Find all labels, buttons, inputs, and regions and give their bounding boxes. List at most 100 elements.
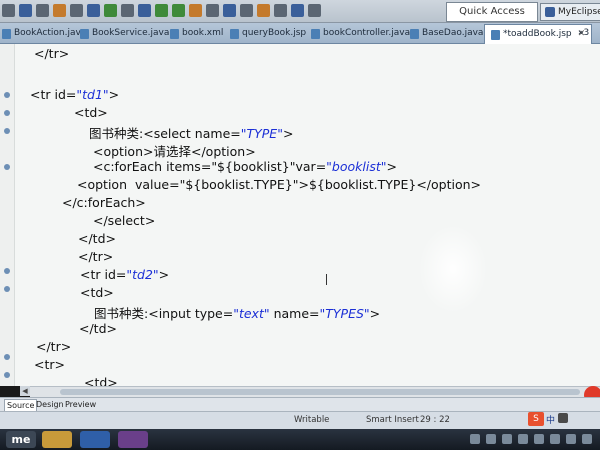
eclipse-icon[interactable] (118, 431, 148, 448)
code-token: <select name= (143, 126, 241, 141)
code-token: "${booklist} (211, 159, 290, 174)
java-file-icon (2, 28, 11, 39)
back-icon[interactable] (291, 4, 304, 17)
ide-window: Quick Access MyEclipse Ja BookAction.jav… (0, 0, 600, 450)
main-toolbar: Quick Access MyEclipse Ja (0, 0, 600, 23)
tab-bookxml[interactable]: book.xml (170, 25, 223, 42)
new-class-icon[interactable] (206, 4, 219, 17)
code-token: </td> (79, 321, 117, 336)
scrollbar-thumb[interactable] (60, 389, 580, 395)
scroll-left-icon[interactable]: ◀ (20, 386, 30, 396)
new-icon[interactable] (2, 4, 15, 17)
security-icon[interactable] (566, 434, 576, 444)
code-token: </option> (416, 177, 481, 192)
annotation-icon[interactable] (257, 4, 270, 17)
status-bar: Writable Smart Insert 29 : 22 (0, 411, 600, 429)
tool-icon[interactable] (70, 4, 83, 17)
notification-icon[interactable] (534, 434, 544, 444)
tab-overflow[interactable]: »3 (578, 25, 589, 42)
ime-settings-icon[interactable] (558, 413, 568, 423)
run-icon[interactable] (155, 4, 168, 17)
volume-icon[interactable] (486, 434, 496, 444)
tab-querybook[interactable]: queryBook.jsp (230, 25, 306, 42)
code-token: "td2" (126, 267, 159, 282)
editor-mode-tabs: Source Design Preview (0, 397, 600, 412)
network-icon[interactable] (470, 434, 480, 444)
status-cursor-position: 29 : 22 (420, 415, 450, 425)
code-token: > (369, 306, 381, 321)
tab-bookaction[interactable]: BookAction.java (2, 25, 86, 42)
code-line: 图书种类:<select name="TYPE"> (89, 123, 293, 142)
code-line: </tr> (78, 249, 113, 264)
code-token: "text" (233, 306, 270, 321)
tab-design[interactable]: Design (34, 399, 66, 411)
web-icon[interactable] (121, 4, 134, 17)
code-line: <c:forEach items="${booklist}"var="bookl… (93, 159, 397, 174)
code-token: <option value= (77, 177, 180, 192)
code-token: <input type= (148, 306, 234, 321)
perspective-label: MyEclipse Ja (558, 7, 600, 17)
tab-basedao[interactable]: BaseDao.java (410, 25, 483, 42)
code-line: <tr id="td2"> (80, 267, 169, 282)
tab-preview[interactable]: Preview (63, 399, 98, 411)
code-area[interactable]: </tr> <tr id="td1"> <td> 图书种类:<select na… (0, 44, 600, 411)
perspective-switcher[interactable]: MyEclipse Ja (540, 3, 600, 21)
debug-icon[interactable] (172, 4, 185, 17)
status-insert-mode: Smart Insert (366, 415, 419, 425)
code-token: > (282, 126, 294, 141)
code-token: <c:forEach items= (93, 159, 212, 174)
code-token: </td> (78, 231, 116, 246)
tab-toaddbook[interactable]: *toaddBook.jsp ✕ (484, 24, 593, 44)
code-token: </option> (191, 144, 256, 159)
media-player-icon[interactable] (80, 431, 110, 448)
tab-bookcontroller[interactable]: bookController.java (311, 25, 410, 42)
search-icon[interactable] (240, 4, 253, 17)
external-tools-icon[interactable] (189, 4, 202, 17)
tab-label: BaseDao.java (422, 28, 484, 38)
horizontal-scrollbar[interactable] (30, 386, 600, 397)
tab-label: BookService.java (92, 28, 170, 38)
quick-access-field[interactable]: Quick Access (446, 2, 538, 22)
code-token: <tr id= (30, 87, 77, 102)
build-icon[interactable] (53, 4, 66, 17)
code-token: ${booklist.TYPE} (308, 177, 417, 192)
print-icon[interactable] (36, 4, 49, 17)
code-token: "td1" (76, 87, 109, 102)
ime-language[interactable]: 中 (546, 413, 555, 426)
deploy-icon[interactable] (87, 4, 100, 17)
toolbar-icons (2, 4, 321, 17)
code-token: "${booklist.TYPE} (179, 177, 293, 192)
ime-icon[interactable]: S (528, 412, 544, 426)
code-token: <tr id= (80, 267, 127, 282)
next-annotation-icon[interactable] (274, 4, 287, 17)
code-line: <tr id="td1"> (30, 87, 119, 102)
save-icon[interactable] (19, 4, 32, 17)
open-type-icon[interactable] (223, 4, 236, 17)
code-editor[interactable]: </tr> <tr id="td1"> <td> 图书种类:<select na… (0, 44, 600, 411)
clock-icon[interactable] (582, 434, 592, 444)
jsp-file-icon (491, 29, 500, 40)
tab-label: book.xml (182, 28, 224, 38)
flag-icon[interactable] (550, 434, 560, 444)
tab-label: BookAction.java (14, 28, 87, 38)
jsp-file-icon (230, 28, 239, 39)
server-icon[interactable] (104, 4, 117, 17)
browser-icon[interactable] (138, 4, 151, 17)
folder-icon[interactable] (42, 431, 72, 448)
code-line: </select> (93, 213, 155, 228)
tab-bookservice[interactable]: BookService.java (80, 25, 169, 42)
taskbar-app-me[interactable]: me (6, 431, 36, 448)
code-token: </tr> (78, 249, 114, 264)
forward-icon[interactable] (308, 4, 321, 17)
tab-label: *toaddBook.jsp (503, 29, 572, 39)
code-token: "> (292, 177, 309, 192)
code-token: <td> (74, 105, 108, 120)
java-file-icon (80, 28, 89, 39)
code-line: </td> (78, 231, 116, 246)
code-line: <td> (74, 105, 108, 120)
code-line: 图书种类:<input type="text" name="TYPES"> (94, 303, 380, 322)
code-token: "var= (289, 159, 327, 174)
battery-icon[interactable] (502, 434, 512, 444)
keyboard-icon[interactable] (518, 434, 528, 444)
code-token: </tr> (36, 339, 72, 354)
